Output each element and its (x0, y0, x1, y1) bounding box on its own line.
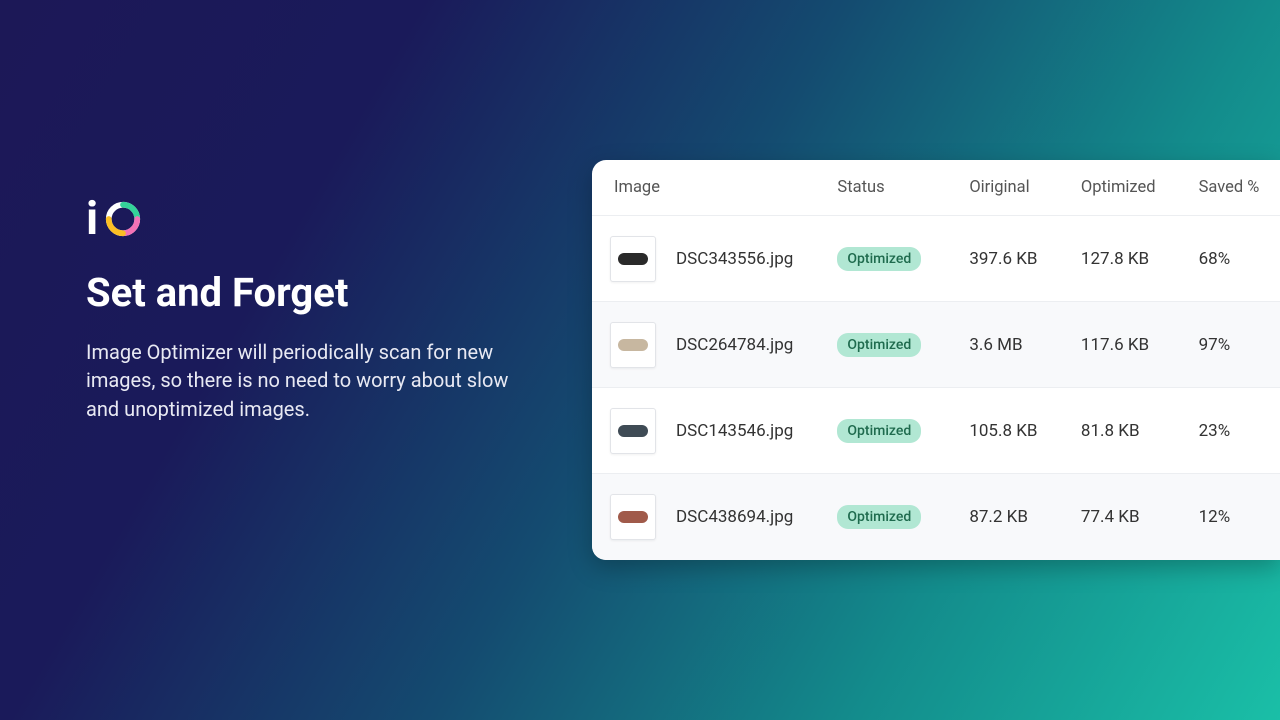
status-badge: Optimized (837, 247, 921, 271)
cell-optimized: 77.4 KB (1071, 474, 1189, 560)
cell-optimized: 81.8 KB (1071, 388, 1189, 474)
col-header-saved: Saved % (1189, 160, 1280, 216)
cell-saved: 23% (1189, 388, 1280, 474)
cell-original: 105.8 KB (959, 388, 1071, 474)
col-header-original: Oiriginal (959, 160, 1071, 216)
app-logo: i (86, 196, 526, 242)
col-header-optimized: Optimized (1071, 160, 1189, 216)
results-table: Image Status Oiriginal Optimized Saved %… (592, 160, 1280, 560)
filename-label: DSC438694.jpg (676, 507, 793, 527)
filename-label: DSC343556.jpg (676, 249, 793, 269)
table-header-row: Image Status Oiriginal Optimized Saved % (592, 160, 1280, 216)
thumbnail-icon (610, 494, 656, 540)
hero-panel: i Set and Forget Image Optimizer (86, 196, 526, 423)
cell-saved: 12% (1189, 474, 1280, 560)
filename-label: DSC264784.jpg (676, 335, 793, 355)
cell-saved: 97% (1189, 302, 1280, 388)
cell-optimized: 127.8 KB (1071, 216, 1189, 302)
logo-ring-icon (104, 200, 142, 238)
table-row[interactable]: DSC438694.jpg Optimized 87.2 KB77.4 KB12% (592, 474, 1280, 560)
cell-original: 87.2 KB (959, 474, 1071, 560)
hero-title: Set and Forget (86, 270, 526, 316)
hero-description: Image Optimizer will periodically scan f… (86, 338, 526, 423)
status-badge: Optimized (837, 333, 921, 357)
logo-letter: i (86, 196, 98, 242)
thumbnail-icon (610, 236, 656, 282)
table-row[interactable]: DSC264784.jpg Optimized 3.6 MB117.6 KB97% (592, 302, 1280, 388)
cell-status: Optimized (827, 388, 959, 474)
cell-image: DSC264784.jpg (592, 302, 827, 388)
status-badge: Optimized (837, 419, 921, 443)
col-header-image: Image (592, 160, 827, 216)
filename-label: DSC143546.jpg (676, 421, 793, 441)
thumbnail-icon (610, 408, 656, 454)
cell-image: DSC343556.jpg (592, 216, 827, 302)
results-card: Image Status Oiriginal Optimized Saved %… (592, 160, 1280, 560)
cell-image: DSC438694.jpg (592, 474, 827, 560)
promo-stage: i Set and Forget Image Optimizer (0, 0, 1280, 720)
status-badge: Optimized (837, 505, 921, 529)
cell-original: 3.6 MB (959, 302, 1071, 388)
cell-optimized: 117.6 KB (1071, 302, 1189, 388)
cell-original: 397.6 KB (959, 216, 1071, 302)
col-header-status: Status (827, 160, 959, 216)
thumbnail-icon (610, 322, 656, 368)
cell-image: DSC143546.jpg (592, 388, 827, 474)
table-row[interactable]: DSC343556.jpg Optimized 397.6 KB127.8 KB68… (592, 216, 1280, 302)
cell-saved: 68% (1189, 216, 1280, 302)
cell-status: Optimized (827, 216, 959, 302)
cell-status: Optimized (827, 474, 959, 560)
cell-status: Optimized (827, 302, 959, 388)
table-row[interactable]: DSC143546.jpg Optimized 105.8 KB81.8 KB23% (592, 388, 1280, 474)
